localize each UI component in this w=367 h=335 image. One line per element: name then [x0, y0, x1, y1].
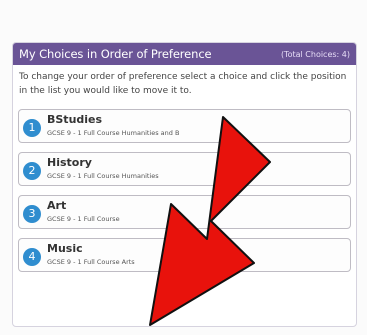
position-badge: 2 [23, 162, 41, 180]
position-badge: 3 [23, 205, 41, 223]
choices-list: 1 BStudies GCSE 9 - 1 Full Course Humani… [18, 109, 351, 281]
position-badge: 4 [23, 248, 41, 266]
choice-title: BStudies [47, 113, 103, 126]
total-choices: (Total Choices: 4) [280, 49, 350, 59]
instructions-text: To change your order of preference selec… [19, 72, 347, 96]
choice-item-4[interactable]: 4 Music GCSE 9 - 1 Full Course Arts [18, 238, 351, 272]
choice-subtitle: GCSE 9 - 1 Full Course Humanities [47, 172, 159, 180]
choice-title: History [47, 156, 92, 169]
choice-item-3[interactable]: 3 Art GCSE 9 - 1 Full Course [18, 195, 351, 229]
page: My Choices in Order of Preference (Total… [0, 0, 367, 335]
panel-header: My Choices in Order of Preference (Total… [13, 43, 356, 65]
panel-title: My Choices in Order of Preference [19, 47, 212, 61]
position-badge: 1 [23, 119, 41, 137]
choice-title: Art [47, 199, 67, 212]
choice-subtitle: GCSE 9 - 1 Full Course Arts [47, 258, 135, 266]
choices-panel: My Choices in Order of Preference (Total… [12, 42, 357, 327]
choice-subtitle: GCSE 9 - 1 Full Course Humanities and B [47, 129, 180, 137]
choice-item-1[interactable]: 1 BStudies GCSE 9 - 1 Full Course Humani… [18, 109, 351, 143]
choice-title: Music [47, 242, 83, 255]
choice-subtitle: GCSE 9 - 1 Full Course [47, 215, 120, 223]
choice-item-2[interactable]: 2 History GCSE 9 - 1 Full Course Humanit… [18, 152, 351, 186]
